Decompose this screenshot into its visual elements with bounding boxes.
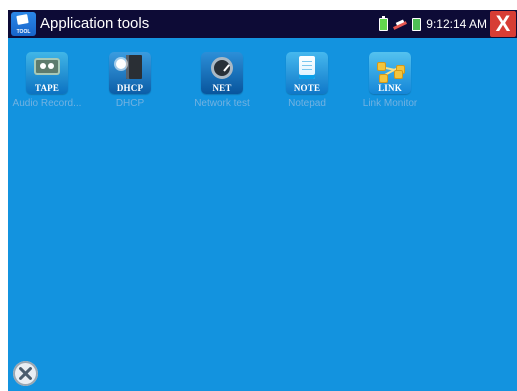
tool-tag-tape: TAPE (34, 83, 60, 93)
tool-tag-dhcp: DHCP (116, 83, 144, 93)
server-icon (126, 55, 142, 79)
tool-tag-link: LINK (378, 83, 402, 93)
network-icon (393, 19, 407, 29)
battery-icon (379, 15, 389, 31)
document-sheet-icon (16, 14, 29, 25)
tool-badge-label: TOOL (16, 29, 31, 35)
tool-dhcp[interactable]: DHCP DHCP (91, 52, 169, 117)
power-icon (412, 17, 422, 31)
tool-notepad[interactable]: NOTE Notepad (268, 52, 346, 117)
link-node-icon (377, 62, 386, 71)
tool-caption-network-test: Network test (194, 98, 250, 109)
tape-left-reel-icon (40, 63, 46, 69)
tool-link-monitor[interactable]: LINK Link Monitor (351, 52, 429, 117)
settings-icon[interactable] (13, 361, 38, 386)
tool-caption-dhcp: DHCP (115, 98, 145, 109)
tool-tag-note: NOTE (293, 83, 321, 93)
notebook-icon (299, 56, 315, 79)
link-node-icon (379, 74, 388, 83)
screen: TOOL Application tools 9:12:14 AM X TAPE… (0, 0, 517, 391)
tape-icon: TAPE (26, 52, 68, 94)
notepad-icon: NOTE (286, 52, 328, 94)
tape-right-reel-icon (48, 63, 54, 69)
link-node-icon (394, 70, 403, 79)
tape-body-icon (34, 58, 60, 75)
status-area: 9:12:14 AM (379, 10, 487, 38)
page-title: Application tools (40, 15, 150, 32)
tool-caption-notepad: Notepad (288, 98, 326, 109)
application-grid: TAPE Audio Record... DHCP DHCP NET Netwo… (8, 38, 517, 391)
tool-caption-link-monitor: Link Monitor (362, 98, 418, 109)
link-monitor-icon: LINK (369, 52, 411, 94)
application-tools-icon[interactable]: TOOL (11, 12, 36, 36)
close-button[interactable]: X (490, 11, 516, 37)
network-test-icon: NET (201, 52, 243, 94)
tool-tag-net: NET (212, 83, 232, 93)
tool-caption-audio-recorder: Audio Record... (12, 98, 82, 109)
gauge-icon (211, 57, 233, 79)
top-bar: TOOL Application tools 9:12:14 AM X (8, 10, 517, 38)
gear-icon (116, 59, 126, 69)
tool-audio-recorder[interactable]: TAPE Audio Record... (8, 52, 86, 117)
gauge-needle-icon (223, 64, 230, 72)
clock: 9:12:14 AM (426, 17, 487, 31)
dhcp-icon: DHCP (109, 52, 151, 94)
tool-network-test[interactable]: NET Network test (183, 52, 261, 117)
